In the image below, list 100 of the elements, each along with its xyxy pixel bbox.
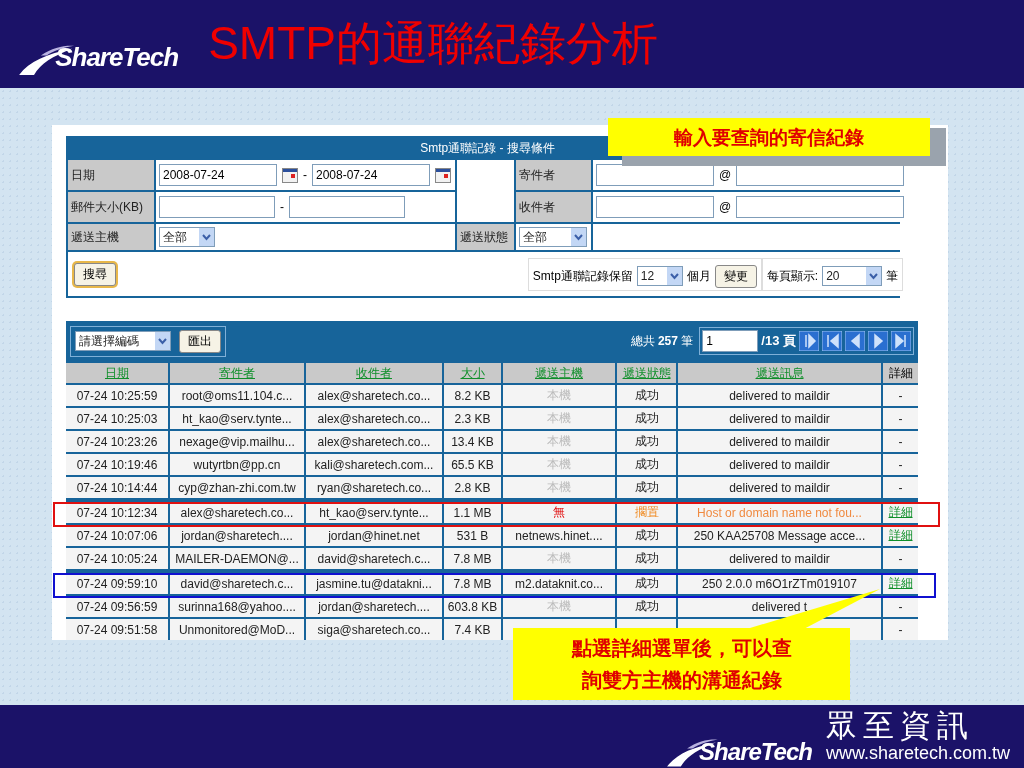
page-total: /13 頁: [761, 332, 796, 350]
at-sign: @: [719, 200, 732, 214]
table-cell: 7.8 MB: [444, 548, 501, 569]
table-cell: 07-24 10:05:24: [66, 548, 168, 569]
table-cell: 603.8 KB: [444, 596, 501, 617]
table-cell: jordan@hinet.net: [306, 525, 442, 546]
table-cell: 成功: [617, 525, 676, 546]
last-page-icon[interactable]: [891, 331, 911, 351]
table-cell: 2.3 KB: [444, 408, 501, 429]
table-cell: 成功: [617, 408, 676, 429]
detail-link[interactable]: 詳細: [888, 504, 913, 521]
table-cell: 07-24 09:59:10: [66, 573, 168, 594]
table-cell: 07-24 09:51:58: [66, 619, 168, 640]
table-cell: surinna168@yahoo....: [170, 596, 304, 617]
table-cell: 250 KAA25708 Message acce...: [678, 525, 881, 546]
range-separator: -: [280, 200, 284, 214]
search-button[interactable]: 搜尋: [74, 262, 116, 286]
play-icon[interactable]: [799, 331, 819, 351]
table-cell: 13.4 KB: [444, 431, 501, 452]
date-to-field[interactable]: 2008-07-24: [312, 164, 430, 186]
table-cell: 成功: [617, 548, 676, 569]
table-cell: alex@sharetech.co...: [306, 385, 442, 406]
table-cell: ht_kao@serv.tynte...: [306, 502, 442, 523]
table-cell: 07-24 10:23:26: [66, 431, 168, 452]
table-cell: ht_kao@serv.tynte...: [170, 408, 304, 429]
table-cell: alex@sharetech.co...: [170, 502, 304, 523]
table-cell: 成功: [617, 454, 676, 475]
next-page-icon[interactable]: [868, 331, 888, 351]
dash-text: -: [898, 551, 903, 566]
dash-text: -: [898, 599, 903, 614]
table-cell: Host or domain name not fou...: [678, 502, 881, 523]
website-url: www.sharetech.com.tw: [825, 743, 1010, 764]
table-cell: delivered to maildir: [678, 548, 881, 569]
at-sign: @: [719, 168, 732, 182]
table-cell: siga@sharetech.co...: [306, 619, 442, 640]
table-cell: kali@sharetech.com...: [306, 454, 442, 475]
table-cell: david@sharetech.c...: [170, 573, 304, 594]
table-cell: alex@sharetech.co...: [306, 431, 442, 452]
unit-label: 筆: [886, 267, 899, 285]
per-page-select[interactable]: 20: [822, 266, 883, 286]
table-cell: delivered to maildir: [678, 408, 881, 429]
change-button[interactable]: 變更: [714, 264, 757, 288]
empty-cell: [457, 160, 514, 222]
retention-label: Smtp通聯記錄保留: [532, 267, 633, 285]
sender-name-field[interactable]: [596, 164, 714, 186]
table-cell: 7.4 KB: [444, 619, 501, 640]
table-cell: 07-24 10:19:46: [66, 454, 168, 475]
dash-text: -: [898, 388, 903, 403]
slide-title: SMTP的通聯紀錄分析: [208, 16, 658, 71]
table-cell: delivered to maildir: [678, 477, 881, 498]
table-cell: 07-24 10:25:59: [66, 385, 168, 406]
table-cell: cyp@zhan-zhi.com.tw: [170, 477, 304, 498]
dash-text: -: [898, 457, 903, 472]
table-cell: 2.8 KB: [444, 477, 501, 498]
total-count: 總共 257 筆: [630, 332, 694, 350]
sender-domain-field[interactable]: [736, 164, 905, 186]
previous-page-icon[interactable]: [845, 331, 865, 351]
size-max-field[interactable]: [289, 196, 405, 218]
table-cell: 07-24 10:25:03: [66, 408, 168, 429]
size-min-field[interactable]: [159, 196, 275, 218]
table-cell: 1.1 MB: [444, 502, 501, 523]
table-cell: 07-24 09:56:59: [66, 596, 168, 617]
table-cell: 成功: [617, 385, 676, 406]
company-name: 眾至資訊: [825, 709, 974, 743]
field-label: 寄件者: [516, 160, 591, 190]
export-button[interactable]: 匯出: [179, 329, 221, 353]
table-cell: 成功: [617, 431, 676, 452]
detail-link[interactable]: 詳細: [888, 527, 913, 544]
dash-text: -: [898, 480, 903, 495]
date-from-field[interactable]: 2008-07-24: [159, 164, 277, 186]
recipient-domain-field[interactable]: [736, 196, 905, 218]
host-select[interactable]: 全部: [159, 227, 215, 247]
first-page-icon[interactable]: [822, 331, 842, 351]
table-cell: 無: [503, 502, 615, 523]
table-cell: 7.8 MB: [444, 573, 501, 594]
calendar-icon: [282, 167, 298, 183]
table-cell: 531 B: [444, 525, 501, 546]
status-select[interactable]: 全部: [519, 227, 587, 247]
calendar-icon: [435, 167, 451, 183]
detail-link[interactable]: 詳細: [888, 575, 913, 592]
field-label: 日期: [68, 160, 154, 190]
table-cell: 成功: [617, 573, 676, 594]
table-cell: 65.5 KB: [444, 454, 501, 475]
table-cell: nexage@vip.mailhu...: [170, 431, 304, 452]
dash-text: -: [898, 622, 903, 637]
table-cell: 07-24 10:14:44: [66, 477, 168, 498]
table-cell: delivered to maildir: [678, 454, 881, 475]
logo-text: ShareTech: [55, 42, 179, 74]
table-cell: alex@sharetech.co...: [306, 408, 442, 429]
retention-select[interactable]: 12: [636, 266, 683, 286]
recipient-name-field[interactable]: [596, 196, 714, 218]
column-header: 詳細: [888, 364, 913, 382]
table-cell: 07-24 10:07:06: [66, 525, 168, 546]
encoding-select[interactable]: 請選擇編碼: [75, 331, 171, 351]
table-cell: netnews.hinet....: [503, 525, 615, 546]
table-cell: 成功: [617, 596, 676, 617]
callout-note: 輸入要查詢的寄信紀錄: [608, 118, 930, 156]
field-label: 遞送狀態: [457, 224, 514, 250]
table-cell: delivered to maildir: [678, 431, 881, 452]
page-field[interactable]: 1: [702, 330, 759, 352]
